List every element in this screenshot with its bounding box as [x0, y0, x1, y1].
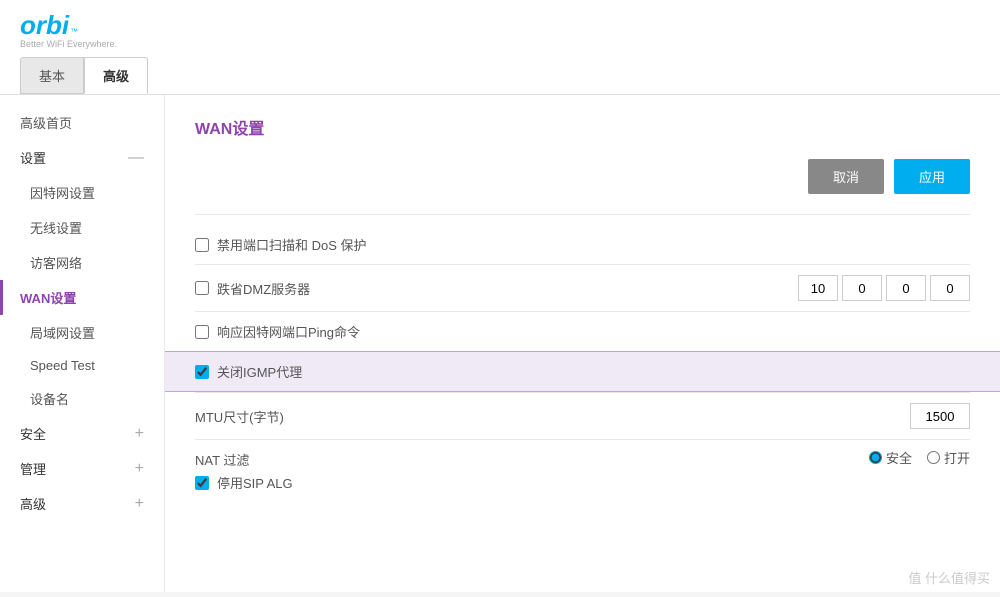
- dmz-ip-1[interactable]: [798, 275, 838, 301]
- nat-safe-label[interactable]: 安全: [869, 448, 912, 467]
- dos-row: 禁用端口扫描和 DoS 保护: [195, 225, 970, 264]
- top-divider: [195, 214, 970, 215]
- ping-label-text: 响应因特网端口Ping命令: [217, 322, 360, 341]
- sip-label-text: 停用SIP ALG: [217, 473, 293, 492]
- sidebar-section-management-label: 管理: [20, 459, 46, 478]
- logo-trademark: ™: [70, 27, 78, 36]
- dos-checkbox-label[interactable]: 禁用端口扫描和 DoS 保护: [195, 235, 367, 254]
- sidebar-item-lan[interactable]: 局域网设置: [0, 315, 164, 350]
- tab-advanced[interactable]: 高级: [84, 57, 148, 94]
- sidebar-section-security-label: 安全: [20, 424, 46, 443]
- igmp-label-text: 关闭IGMP代理: [217, 362, 302, 381]
- page-title: WAN设置: [195, 115, 970, 139]
- sidebar-section-settings-label: 设置: [20, 148, 46, 167]
- nat-label-text: NAT 过滤: [195, 450, 869, 469]
- nat-row: NAT 过滤 停用SIP ALG 安全 打开: [195, 439, 970, 502]
- tab-basic[interactable]: 基本: [20, 57, 84, 94]
- sidebar-section-management[interactable]: 管理 +: [0, 451, 164, 486]
- dos-checkbox[interactable]: [195, 238, 209, 252]
- nat-open-text: 打开: [944, 448, 970, 467]
- dmz-checkbox-label[interactable]: 跌省DMZ服务器: [195, 279, 310, 298]
- sidebar-section-advanced-label: 高级: [20, 494, 46, 513]
- mtu-label-text: MTU尺寸(字节): [195, 407, 284, 426]
- igmp-checkbox-label[interactable]: 关闭IGMP代理: [195, 362, 302, 381]
- nat-safe-radio[interactable]: [869, 451, 882, 464]
- nat-options: 安全 打开: [869, 448, 970, 467]
- sidebar-item-wireless[interactable]: 无线设置: [0, 210, 164, 245]
- tab-bar: 基本 高级: [20, 57, 980, 94]
- nat-open-label[interactable]: 打开: [927, 448, 970, 467]
- sidebar: 高级首页 设置 — 因特网设置 无线设置 访客网络 WAN设置 局域网设置 Sp…: [0, 95, 165, 592]
- sidebar-plus-icon-management: +: [135, 460, 144, 478]
- apply-button[interactable]: 应用: [894, 159, 970, 194]
- ping-checkbox-label[interactable]: 响应因特网端口Ping命令: [195, 322, 360, 341]
- igmp-row: 关闭IGMP代理: [165, 351, 1000, 392]
- ping-row: 响应因特网端口Ping命令: [195, 311, 970, 351]
- mtu-row: MTU尺寸(字节): [195, 392, 970, 439]
- dmz-label-text: 跌省DMZ服务器: [217, 279, 310, 298]
- dos-label-text: 禁用端口扫描和 DoS 保护: [217, 235, 367, 254]
- sidebar-item-internet[interactable]: 因特网设置: [0, 175, 164, 210]
- sidebar-section-settings[interactable]: 设置 —: [0, 140, 164, 175]
- nat-open-radio[interactable]: [927, 451, 940, 464]
- sidebar-section-advanced[interactable]: 高级 +: [0, 486, 164, 521]
- sip-row: 停用SIP ALG: [195, 473, 869, 492]
- dmz-ip-3[interactable]: [886, 275, 926, 301]
- sidebar-section-security[interactable]: 安全 +: [0, 416, 164, 451]
- sidebar-item-speedtest[interactable]: Speed Test: [0, 350, 164, 381]
- sidebar-minus-icon: —: [128, 149, 144, 167]
- dmz-checkbox[interactable]: [195, 281, 209, 295]
- sidebar-item-wan[interactable]: WAN设置: [0, 280, 164, 315]
- sip-checkbox[interactable]: [195, 476, 209, 490]
- sidebar-item-guest[interactable]: 访客网络: [0, 245, 164, 280]
- action-bar: 取消 应用: [195, 159, 970, 194]
- sidebar-plus-icon-advanced: +: [135, 495, 144, 513]
- logo-tagline: Better WiFi Everywhere.: [20, 39, 980, 49]
- igmp-checkbox[interactable]: [195, 365, 209, 379]
- logo-brand: orbi: [20, 10, 69, 41]
- dmz-ip-inputs: [798, 275, 970, 301]
- sidebar-plus-icon-security: +: [135, 425, 144, 443]
- main-content: WAN设置 取消 应用 禁用端口扫描和 DoS 保护 跌省DMZ服务器: [165, 95, 1000, 592]
- dmz-row: 跌省DMZ服务器: [195, 264, 970, 311]
- dmz-ip-4[interactable]: [930, 275, 970, 301]
- sip-checkbox-label[interactable]: 停用SIP ALG: [195, 473, 869, 492]
- watermark: 值 什么值得买: [908, 568, 990, 587]
- sidebar-item-devicename[interactable]: 设备名: [0, 381, 164, 416]
- cancel-button[interactable]: 取消: [808, 159, 884, 194]
- sidebar-item-home[interactable]: 高级首页: [0, 105, 164, 140]
- dmz-ip-2[interactable]: [842, 275, 882, 301]
- ping-checkbox[interactable]: [195, 325, 209, 339]
- nat-section: NAT 过滤 停用SIP ALG: [195, 450, 869, 492]
- nat-safe-text: 安全: [886, 448, 912, 467]
- mtu-input[interactable]: [910, 403, 970, 429]
